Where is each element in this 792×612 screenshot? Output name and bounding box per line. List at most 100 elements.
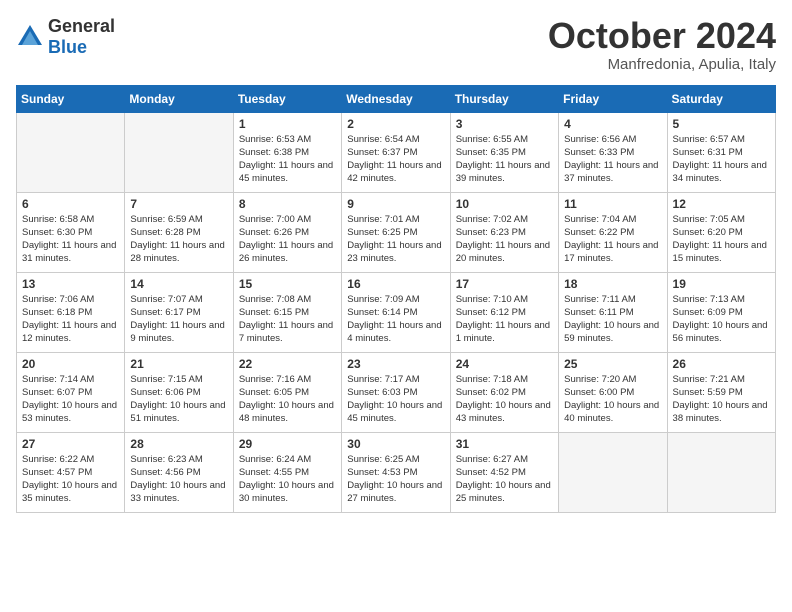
weekday-friday: Friday	[559, 85, 667, 112]
day-detail: Sunrise: 7:01 AMSunset: 6:25 PMDaylight:…	[347, 213, 444, 266]
day-number: 18	[564, 277, 661, 291]
day-number: 26	[673, 357, 770, 371]
day-detail: Sunrise: 6:27 AMSunset: 4:52 PMDaylight:…	[456, 453, 553, 506]
calendar-cell: 19 Sunrise: 7:13 AMSunset: 6:09 PMDayligh…	[667, 272, 775, 352]
calendar-cell: 24 Sunrise: 7:18 AMSunset: 6:02 PMDayligh…	[450, 352, 558, 432]
logo-icon	[16, 23, 44, 51]
calendar-cell: 8 Sunrise: 7:00 AMSunset: 6:26 PMDaylight…	[233, 192, 341, 272]
day-detail: Sunrise: 7:15 AMSunset: 6:06 PMDaylight:…	[130, 373, 227, 426]
page-header: General Blue October 2024 Manfredonia, A…	[16, 16, 776, 73]
calendar-cell: 2Sunrise: 6:54 AMSunset: 6:37 PMDaylight…	[342, 112, 450, 192]
day-number: 30	[347, 437, 444, 451]
day-detail: Sunrise: 7:18 AMSunset: 6:02 PMDaylight:…	[456, 373, 553, 426]
day-detail: Sunrise: 7:14 AMSunset: 6:07 PMDaylight:…	[22, 373, 119, 426]
day-number: 23	[347, 357, 444, 371]
day-number: 21	[130, 357, 227, 371]
day-number: 6	[22, 197, 119, 211]
week-row-0: 1Sunrise: 6:53 AMSunset: 6:38 PMDaylight…	[17, 112, 776, 192]
day-number: 22	[239, 357, 336, 371]
day-number: 7	[130, 197, 227, 211]
calendar-cell: 16 Sunrise: 7:09 AMSunset: 6:14 PMDayligh…	[342, 272, 450, 352]
day-number: 25	[564, 357, 661, 371]
day-number: 3	[456, 117, 553, 131]
calendar-body: 1Sunrise: 6:53 AMSunset: 6:38 PMDaylight…	[17, 112, 776, 512]
day-detail: Sunrise: 6:59 AMSunset: 6:28 PMDaylight:…	[130, 213, 227, 266]
day-detail: Sunrise: 6:23 AMSunset: 4:56 PMDaylight:…	[130, 453, 227, 506]
calendar-cell: 30 Sunrise: 6:25 AMSunset: 4:53 PMDayligh…	[342, 432, 450, 512]
location-title: Manfredonia, Apulia, Italy	[548, 56, 776, 73]
weekday-monday: Monday	[125, 85, 233, 112]
calendar-table: SundayMondayTuesdayWednesdayThursdayFrid…	[16, 85, 776, 513]
calendar-cell: 9Sunrise: 7:01 AMSunset: 6:25 PMDaylight…	[342, 192, 450, 272]
day-detail: Sunrise: 7:17 AMSunset: 6:03 PMDaylight:…	[347, 373, 444, 426]
calendar-cell: 10 Sunrise: 7:02 AMSunset: 6:23 PMDayligh…	[450, 192, 558, 272]
weekday-saturday: Saturday	[667, 85, 775, 112]
day-detail: Sunrise: 6:54 AMSunset: 6:37 PMDaylight:…	[347, 133, 444, 186]
day-detail: Sunrise: 6:24 AMSunset: 4:55 PMDaylight:…	[239, 453, 336, 506]
day-detail: Sunrise: 7:02 AMSunset: 6:23 PMDaylight:…	[456, 213, 553, 266]
day-detail: Sunrise: 6:58 AMSunset: 6:30 PMDaylight:…	[22, 213, 119, 266]
day-detail: Sunrise: 7:16 AMSunset: 6:05 PMDaylight:…	[239, 373, 336, 426]
week-row-2: 13Sunrise: 7:06 AMSunset: 6:18 PMDayligh…	[17, 272, 776, 352]
weekday-header-row: SundayMondayTuesdayWednesdayThursdayFrid…	[17, 85, 776, 112]
day-detail: Sunrise: 7:11 AMSunset: 6:11 PMDaylight:…	[564, 293, 661, 346]
calendar-cell	[17, 112, 125, 192]
month-title: October 2024	[548, 16, 776, 56]
week-row-4: 27 Sunrise: 6:22 AMSunset: 4:57 PMDayligh…	[17, 432, 776, 512]
day-detail: Sunrise: 7:07 AMSunset: 6:17 PMDaylight:…	[130, 293, 227, 346]
day-number: 27	[22, 437, 119, 451]
day-number: 28	[130, 437, 227, 451]
day-number: 10	[456, 197, 553, 211]
calendar-cell: 18 Sunrise: 7:11 AMSunset: 6:11 PMDayligh…	[559, 272, 667, 352]
day-detail: Sunrise: 7:09 AMSunset: 6:14 PMDaylight:…	[347, 293, 444, 346]
day-detail: Sunrise: 7:00 AMSunset: 6:26 PMDaylight:…	[239, 213, 336, 266]
day-number: 16	[347, 277, 444, 291]
calendar-cell: 28 Sunrise: 6:23 AMSunset: 4:56 PMDayligh…	[125, 432, 233, 512]
weekday-tuesday: Tuesday	[233, 85, 341, 112]
calendar-cell: 27 Sunrise: 6:22 AMSunset: 4:57 PMDayligh…	[17, 432, 125, 512]
day-detail: Sunrise: 7:04 AMSunset: 6:22 PMDaylight:…	[564, 213, 661, 266]
day-detail: Sunrise: 6:57 AMSunset: 6:31 PMDaylight:…	[673, 133, 770, 186]
calendar-cell: 26Sunrise: 7:21 AMSunset: 5:59 PMDayligh…	[667, 352, 775, 432]
day-detail: Sunrise: 7:05 AMSunset: 6:20 PMDaylight:…	[673, 213, 770, 266]
day-number: 29	[239, 437, 336, 451]
calendar-cell: 12Sunrise: 7:05 AMSunset: 6:20 PMDayligh…	[667, 192, 775, 272]
title-area: October 2024 Manfredonia, Apulia, Italy	[548, 16, 776, 73]
calendar-cell: 29 Sunrise: 6:24 AMSunset: 4:55 PMDayligh…	[233, 432, 341, 512]
calendar-cell: 6 Sunrise: 6:58 AMSunset: 6:30 PMDaylight…	[17, 192, 125, 272]
calendar-cell: 14 Sunrise: 7:07 AMSunset: 6:17 PMDayligh…	[125, 272, 233, 352]
calendar-cell: 21 Sunrise: 7:15 AMSunset: 6:06 PMDayligh…	[125, 352, 233, 432]
weekday-thursday: Thursday	[450, 85, 558, 112]
day-detail: Sunrise: 7:10 AMSunset: 6:12 PMDaylight:…	[456, 293, 553, 346]
calendar-cell	[667, 432, 775, 512]
calendar-cell: 11Sunrise: 7:04 AMSunset: 6:22 PMDayligh…	[559, 192, 667, 272]
day-detail: Sunrise: 6:25 AMSunset: 4:53 PMDaylight:…	[347, 453, 444, 506]
calendar-cell: 1Sunrise: 6:53 AMSunset: 6:38 PMDaylight…	[233, 112, 341, 192]
day-number: 4	[564, 117, 661, 131]
day-detail: Sunrise: 7:13 AMSunset: 6:09 PMDaylight:…	[673, 293, 770, 346]
calendar-cell: 17 Sunrise: 7:10 AMSunset: 6:12 PMDayligh…	[450, 272, 558, 352]
calendar-cell: 5 Sunrise: 6:57 AMSunset: 6:31 PMDaylight…	[667, 112, 775, 192]
day-number: 17	[456, 277, 553, 291]
weekday-wednesday: Wednesday	[342, 85, 450, 112]
calendar-cell: 3 Sunrise: 6:55 AMSunset: 6:35 PMDaylight…	[450, 112, 558, 192]
day-number: 5	[673, 117, 770, 131]
calendar-cell	[125, 112, 233, 192]
day-number: 1	[239, 117, 336, 131]
week-row-1: 6 Sunrise: 6:58 AMSunset: 6:30 PMDaylight…	[17, 192, 776, 272]
calendar-cell: 13Sunrise: 7:06 AMSunset: 6:18 PMDayligh…	[17, 272, 125, 352]
calendar-cell: 23 Sunrise: 7:17 AMSunset: 6:03 PMDayligh…	[342, 352, 450, 432]
day-number: 24	[456, 357, 553, 371]
day-detail: Sunrise: 7:20 AMSunset: 6:00 PMDaylight:…	[564, 373, 661, 426]
day-number: 8	[239, 197, 336, 211]
calendar-cell: 7 Sunrise: 6:59 AMSunset: 6:28 PMDaylight…	[125, 192, 233, 272]
calendar-cell: 15Sunrise: 7:08 AMSunset: 6:15 PMDayligh…	[233, 272, 341, 352]
day-detail: Sunrise: 6:55 AMSunset: 6:35 PMDaylight:…	[456, 133, 553, 186]
weekday-sunday: Sunday	[17, 85, 125, 112]
day-detail: Sunrise: 6:22 AMSunset: 4:57 PMDaylight:…	[22, 453, 119, 506]
day-number: 19	[673, 277, 770, 291]
calendar-cell	[559, 432, 667, 512]
day-detail: Sunrise: 7:06 AMSunset: 6:18 PMDaylight:…	[22, 293, 119, 346]
day-number: 14	[130, 277, 227, 291]
day-number: 31	[456, 437, 553, 451]
